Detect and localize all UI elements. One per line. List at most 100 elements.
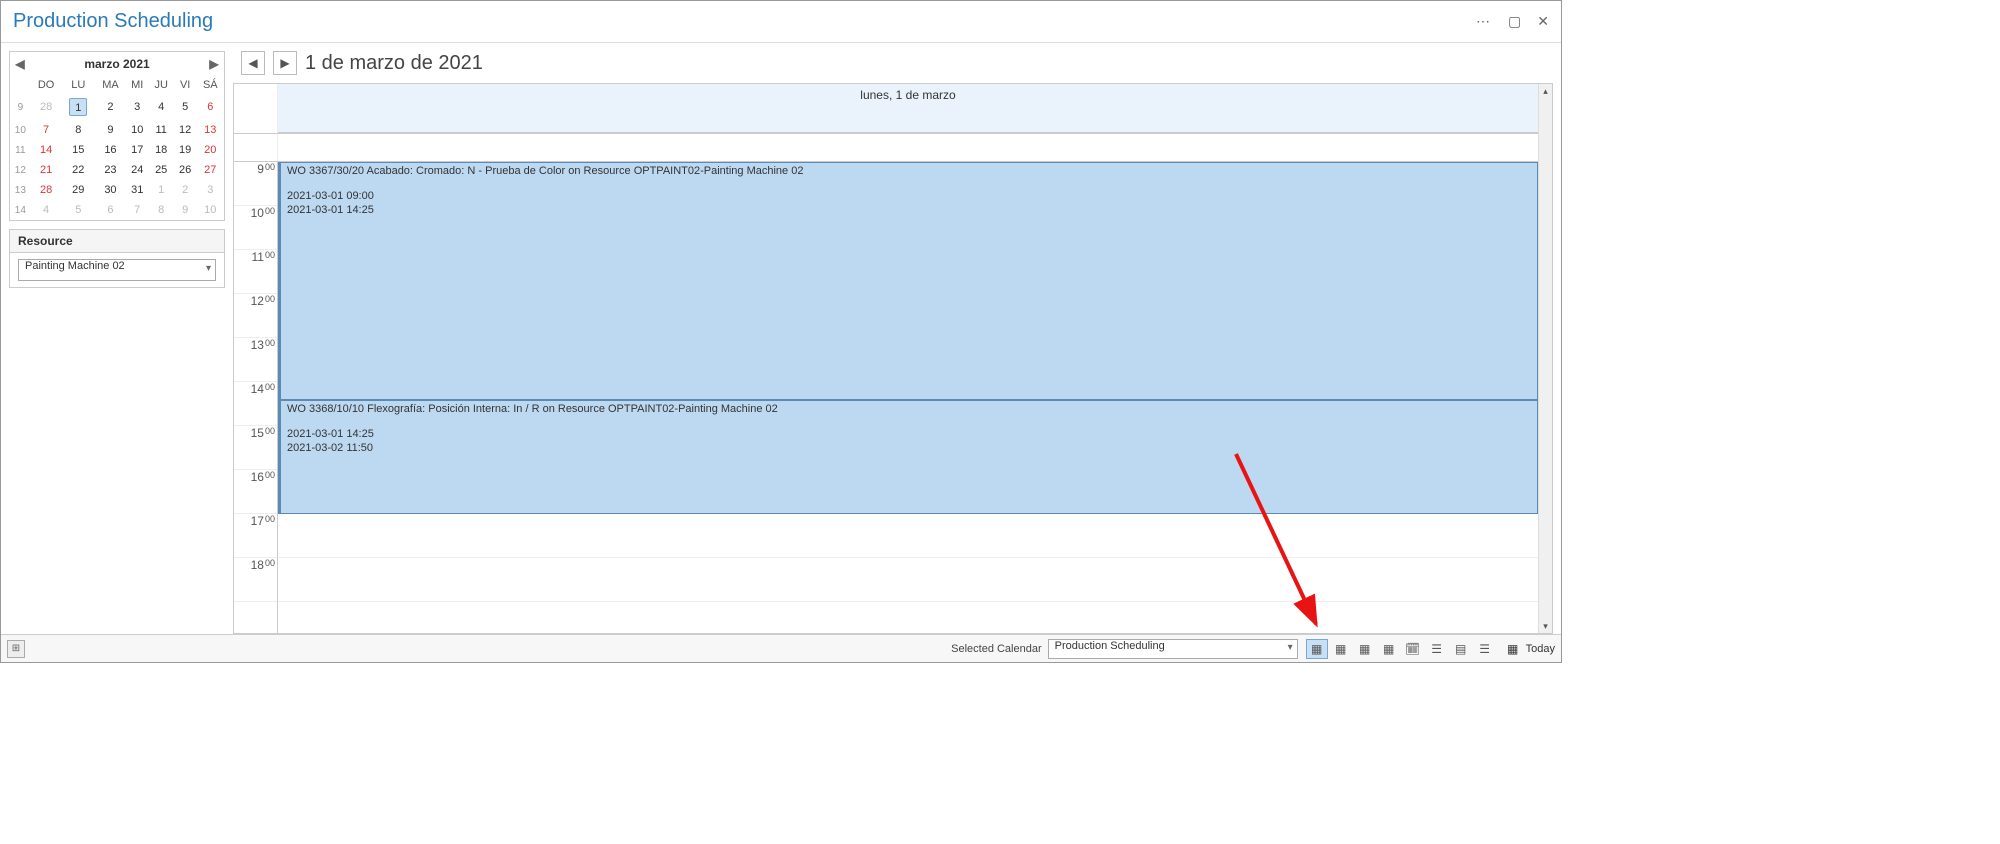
calendar-day-cell[interactable]: 7 xyxy=(31,120,62,140)
week-number: 11 xyxy=(10,140,31,160)
gantt-view-button[interactable]: ▤ xyxy=(1450,639,1472,659)
calendar-day-cell[interactable]: 22 xyxy=(62,160,96,180)
time-label: 1400 xyxy=(234,382,277,426)
event-column[interactable]: WO 3367/30/20 Acabado: Cromado: N - Prue… xyxy=(278,162,1538,633)
time-gutter: 900100011001200130014001500160017001800 xyxy=(234,162,278,633)
time-grid[interactable]: 900100011001200130014001500160017001800 … xyxy=(234,162,1552,633)
calendar-day-cell[interactable]: 17 xyxy=(126,140,149,160)
calendar-day-cell[interactable]: 23 xyxy=(95,160,126,180)
prev-day-button[interactable]: ◀ xyxy=(241,51,265,75)
prev-month-button[interactable]: ◀ xyxy=(10,52,30,76)
calendar-day-cell[interactable]: 30 xyxy=(95,180,126,200)
calendar-day-cell[interactable]: 4 xyxy=(31,200,62,220)
calendar-day-cell[interactable]: 10 xyxy=(197,200,224,220)
chevron-down-icon: ▾ xyxy=(206,263,211,274)
calendar-day-cell[interactable]: 6 xyxy=(95,200,126,220)
full-week-view-button[interactable]: ▦ xyxy=(1378,639,1400,659)
calendar-day-cell[interactable]: 29 xyxy=(62,180,96,200)
time-slot[interactable] xyxy=(278,558,1538,602)
titlebar: Production Scheduling ⋯ ▢ ✕ xyxy=(1,1,1561,43)
calendar-icon: ▦ xyxy=(1507,642,1518,656)
calendar-day-cell[interactable]: 3 xyxy=(126,94,149,120)
more-icon[interactable]: ⋯ xyxy=(1476,13,1492,30)
calendar-day-cell[interactable]: 2 xyxy=(174,180,197,200)
calendar-day-cell[interactable]: 26 xyxy=(174,160,197,180)
scroll-up-icon[interactable]: ▴ xyxy=(1539,84,1552,98)
calendar-day-cell[interactable]: 19 xyxy=(174,140,197,160)
calendar-day-cell[interactable]: 28 xyxy=(31,94,62,120)
appointment-title: WO 3368/10/10 Flexografía: Posición Inte… xyxy=(287,403,1531,415)
close-icon[interactable]: ✕ xyxy=(1537,13,1549,30)
selected-calendar-dropdown[interactable]: Production Scheduling ▾ xyxy=(1048,639,1298,659)
week-view-button[interactable]: ▦ xyxy=(1354,639,1376,659)
appointment[interactable]: WO 3368/10/10 Flexografía: Posición Inte… xyxy=(278,400,1538,514)
resource-dropdown[interactable]: Painting Machine 02 ▾ xyxy=(18,259,216,281)
day-header: DO xyxy=(31,76,62,94)
mini-calendar-header: ◀ marzo 2021 ▶ xyxy=(10,52,224,76)
time-label: 900 xyxy=(234,162,277,206)
calendar-day-cell[interactable]: 18 xyxy=(149,140,174,160)
scroll-down-icon[interactable]: ▾ xyxy=(1539,619,1552,633)
calendar-day-cell[interactable]: 11 xyxy=(149,120,174,140)
day-header: JU xyxy=(149,76,174,94)
calendar-day-cell[interactable]: 16 xyxy=(95,140,126,160)
vertical-scrollbar[interactable]: ▴ ▾ xyxy=(1538,84,1552,633)
month-view-button[interactable]: 🗓 xyxy=(1402,639,1424,659)
calendar-day-cell[interactable]: 12 xyxy=(174,120,197,140)
scheduler-grid: lunes, 1 de marzo 9001000110012001300140… xyxy=(233,83,1553,634)
calendar-day-cell[interactable]: 7 xyxy=(126,200,149,220)
content-body: ◀ marzo 2021 ▶ DO LU MA MI JU VI xyxy=(1,43,1561,634)
calendar-day-cell[interactable]: 13 xyxy=(197,120,224,140)
all-day-row[interactable] xyxy=(234,134,1552,162)
calendar-day-cell[interactable]: 8 xyxy=(62,120,96,140)
today-button[interactable]: ▦ xyxy=(1502,639,1524,659)
appointment[interactable]: WO 3367/30/20 Acabado: Cromado: N - Prue… xyxy=(278,162,1538,400)
calendar-day-cell[interactable]: 9 xyxy=(95,120,126,140)
time-label: 1200 xyxy=(234,294,277,338)
time-slot[interactable] xyxy=(278,514,1538,558)
calendar-day-cell[interactable]: 15 xyxy=(62,140,96,160)
sidebar: ◀ marzo 2021 ▶ DO LU MA MI JU VI xyxy=(1,43,233,634)
calendar-day-cell[interactable]: 25 xyxy=(149,160,174,180)
calendar-day-cell[interactable]: 5 xyxy=(62,200,96,220)
work-week-view-button[interactable]: ▦ xyxy=(1330,639,1352,659)
calendar-day-cell[interactable]: 4 xyxy=(149,94,174,120)
gantt-icon: ▤ xyxy=(1455,642,1466,656)
day-header-row: lunes, 1 de marzo xyxy=(234,84,1552,134)
calendar-day-cell[interactable]: 20 xyxy=(197,140,224,160)
timeline-view-button[interactable]: ☰ xyxy=(1426,639,1448,659)
day-view-button[interactable]: ▦ xyxy=(1306,639,1328,659)
calendar-day-cell[interactable]: 9 xyxy=(174,200,197,220)
day-header: VI xyxy=(174,76,197,94)
calendar-day-cell[interactable]: 14 xyxy=(31,140,62,160)
grid-icon: ▦ xyxy=(1359,642,1370,656)
calendar-day-cell[interactable]: 10 xyxy=(126,120,149,140)
calendar-day-cell[interactable]: 1 xyxy=(62,94,96,120)
resource-panel-title: Resource xyxy=(10,230,224,253)
calendar-day-cell[interactable]: 2 xyxy=(95,94,126,120)
calendar-day-cell[interactable]: 5 xyxy=(174,94,197,120)
calendar-day-cell[interactable]: 3 xyxy=(197,180,224,200)
week-number: 10 xyxy=(10,120,31,140)
calendar-day-cell[interactable]: 1 xyxy=(149,180,174,200)
agenda-view-button[interactable]: ☰ xyxy=(1474,639,1496,659)
next-month-button[interactable]: ▶ xyxy=(204,52,224,76)
calendar-day-cell[interactable]: 24 xyxy=(126,160,149,180)
time-label: 1800 xyxy=(234,558,277,602)
view-switcher: ▦ ▦ ▦ ▦ 🗓 ☰ ▤ ☰ xyxy=(1306,639,1496,659)
calendar-day-cell[interactable]: 21 xyxy=(31,160,62,180)
calendar-day-cell[interactable]: 27 xyxy=(197,160,224,180)
time-label: 1100 xyxy=(234,250,277,294)
time-label: 1300 xyxy=(234,338,277,382)
maximize-icon[interactable]: ▢ xyxy=(1508,13,1521,30)
scheduler-area: ◀ ▶ 1 de marzo de 2021 lunes, 1 de marzo… xyxy=(233,43,1561,634)
week-number: 13 xyxy=(10,180,31,200)
calendar-day-cell[interactable]: 6 xyxy=(197,94,224,120)
calendar-day-cell[interactable]: 8 xyxy=(149,200,174,220)
calendar-day-cell[interactable]: 31 xyxy=(126,180,149,200)
calendar-day-cell[interactable]: 28 xyxy=(31,180,62,200)
toggle-sidebar-button[interactable]: ⊞ xyxy=(7,640,25,658)
window: Production Scheduling ⋯ ▢ ✕ ◀ marzo 2021… xyxy=(0,0,1562,663)
timeline-icon: ☰ xyxy=(1431,642,1442,656)
next-day-button[interactable]: ▶ xyxy=(273,51,297,75)
